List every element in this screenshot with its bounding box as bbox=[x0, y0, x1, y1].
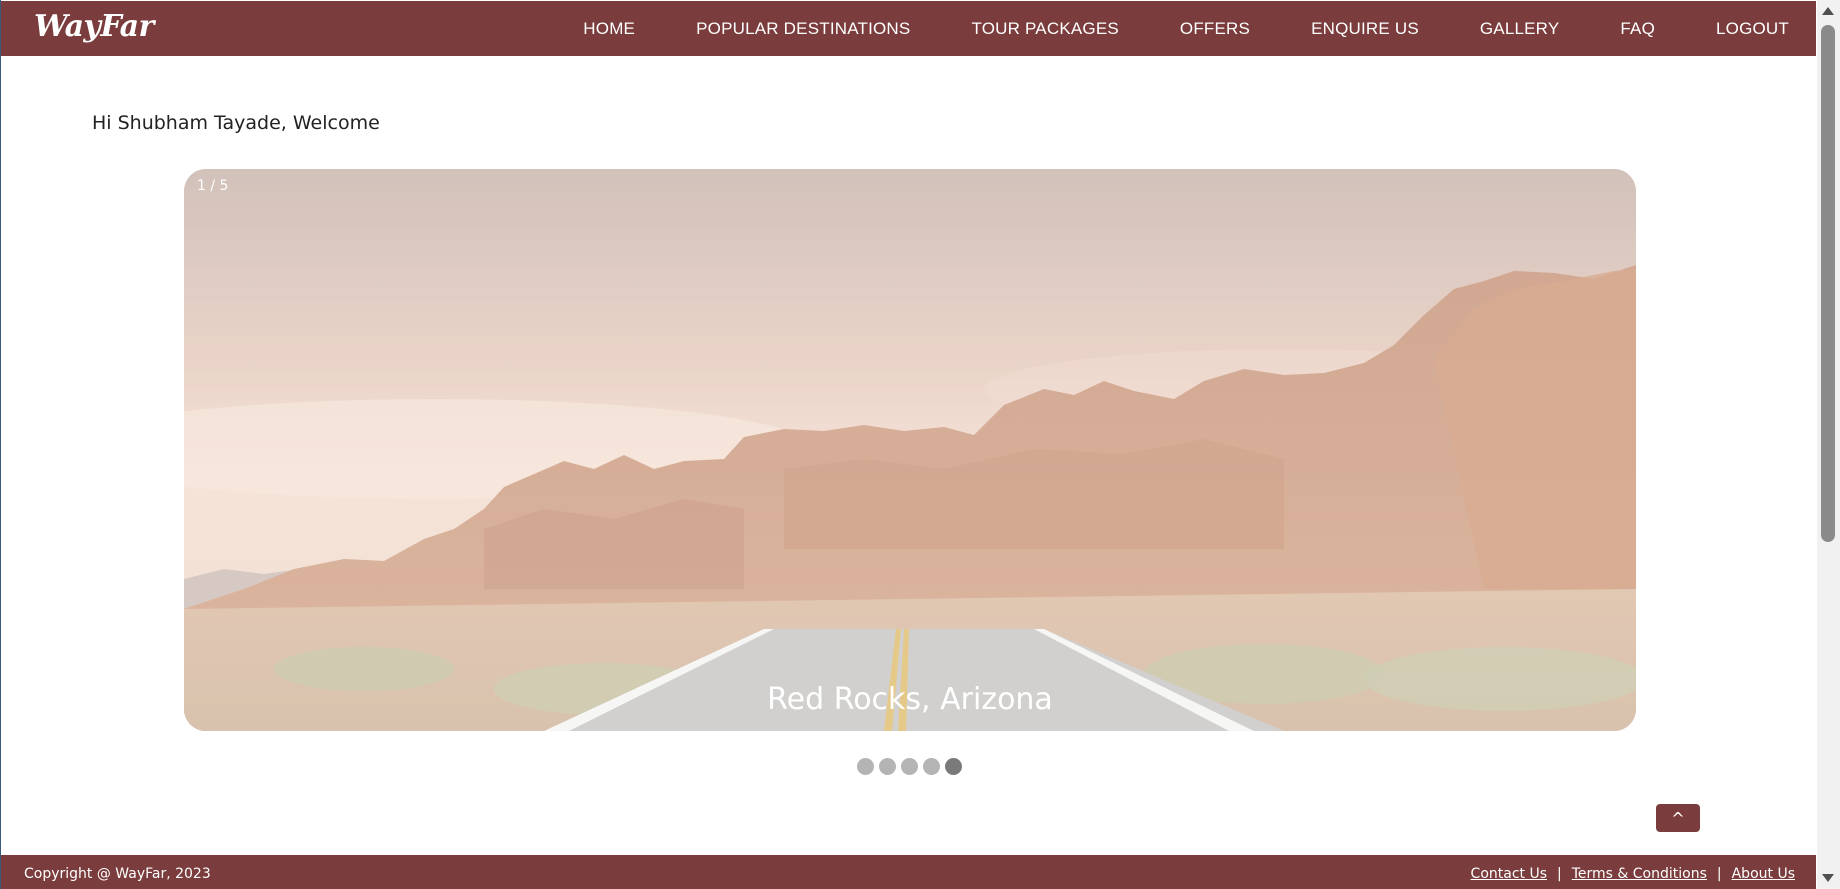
vertical-scrollbar[interactable] bbox=[1817, 0, 1840, 889]
footer-separator: | bbox=[1716, 866, 1722, 882]
nav-gallery[interactable]: GALLERY bbox=[1480, 19, 1560, 39]
carousel-dot-5[interactable] bbox=[945, 758, 962, 775]
footer-link-contact-us[interactable]: Contact Us bbox=[1471, 866, 1547, 882]
nav-popular-destinations[interactable]: POPULAR DESTINATIONS bbox=[696, 19, 910, 39]
nav-home[interactable]: HOME bbox=[583, 19, 635, 39]
slide-counter: 1 / 5 bbox=[197, 178, 229, 194]
nav-logout[interactable]: LOGOUT bbox=[1716, 19, 1789, 39]
nav-offers[interactable]: OFFERS bbox=[1180, 19, 1250, 39]
nav-menu: HOME POPULAR DESTINATIONS TOUR PACKAGES … bbox=[583, 1, 1789, 56]
slide-caption: Red Rocks, Arizona bbox=[767, 682, 1053, 717]
copyright-text: Copyright @ WayFar, 2023 bbox=[24, 866, 211, 882]
footer: Copyright @ WayFar, 2023 Contact Us | Te… bbox=[1, 855, 1816, 889]
nav-faq[interactable]: FAQ bbox=[1620, 19, 1655, 39]
carousel-indicators bbox=[857, 758, 962, 775]
image-carousel[interactable]: 1 / 5 Red Rocks, Arizona bbox=[184, 169, 1636, 731]
welcome-message: Hi Shubham Tayade, Welcome bbox=[92, 112, 380, 134]
carousel-dot-4[interactable] bbox=[923, 758, 940, 775]
top-navbar: WayFar HOME POPULAR DESTINATIONS TOUR PA… bbox=[1, 1, 1816, 56]
back-to-top-button[interactable]: ^ bbox=[1656, 804, 1700, 832]
brand-logo[interactable]: WayFar bbox=[34, 9, 154, 44]
nav-enquire-us[interactable]: ENQUIRE US bbox=[1311, 19, 1419, 39]
footer-link-about-us[interactable]: About Us bbox=[1732, 866, 1795, 882]
footer-links: Contact Us | Terms & Conditions | About … bbox=[1471, 866, 1795, 882]
carousel-dot-1[interactable] bbox=[857, 758, 874, 775]
scroll-thumb[interactable] bbox=[1821, 25, 1835, 542]
carousel-dot-3[interactable] bbox=[901, 758, 918, 775]
carousel-dot-2[interactable] bbox=[879, 758, 896, 775]
scroll-up-arrow-icon[interactable] bbox=[1822, 7, 1834, 15]
slide-image bbox=[184, 169, 1636, 731]
footer-link-terms[interactable]: Terms & Conditions bbox=[1572, 866, 1707, 882]
footer-separator: | bbox=[1557, 866, 1562, 882]
nav-tour-packages[interactable]: TOUR PACKAGES bbox=[971, 19, 1118, 39]
scroll-down-arrow-icon[interactable] bbox=[1822, 874, 1834, 882]
